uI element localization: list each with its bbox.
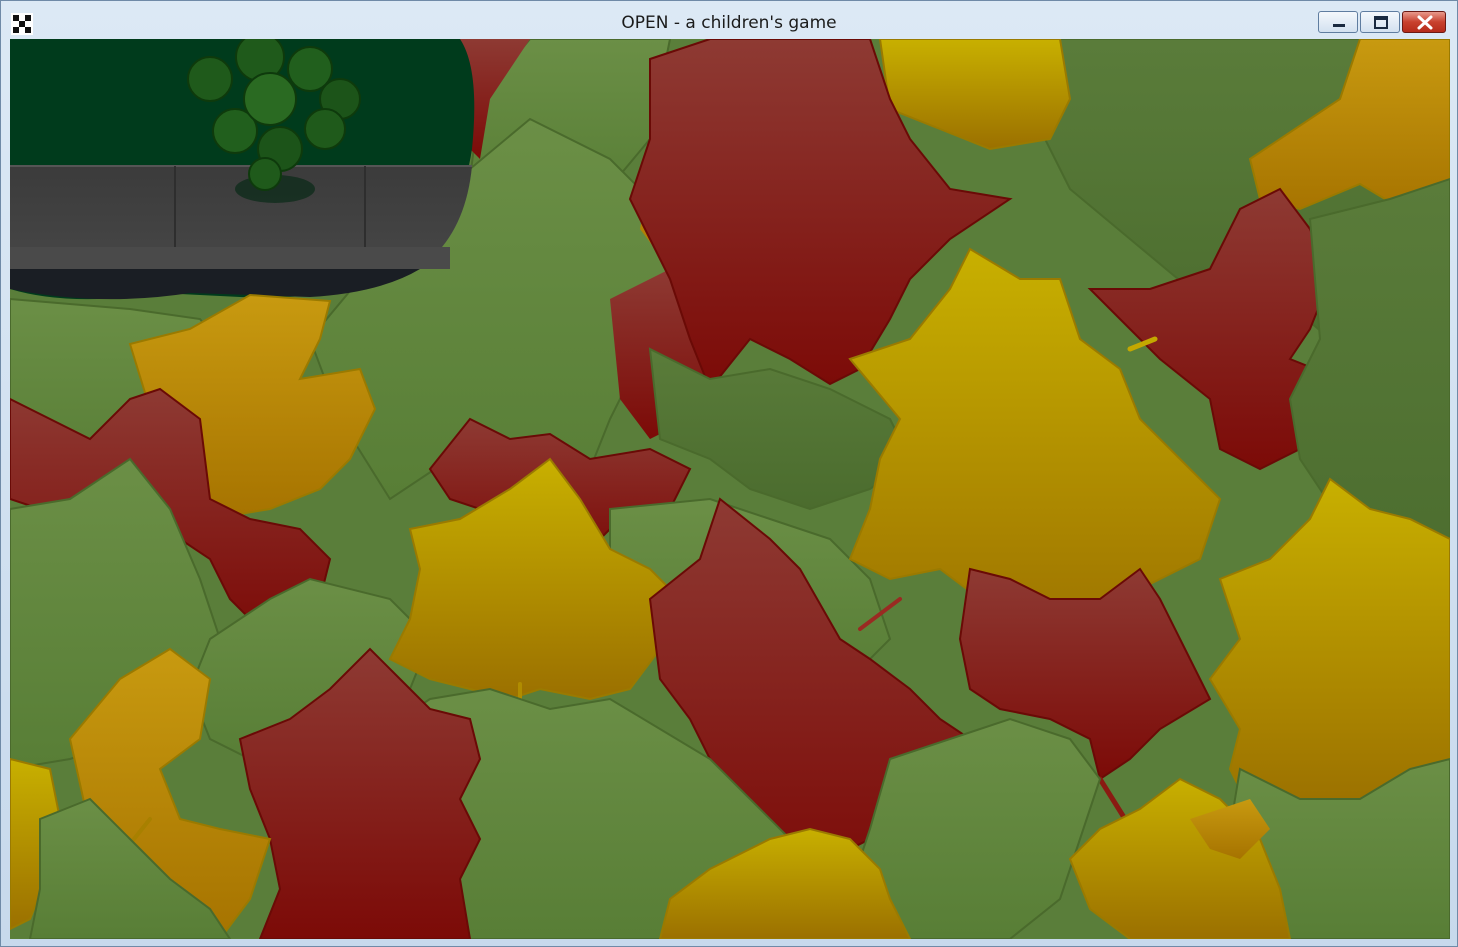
minimize-icon [1333, 24, 1345, 27]
leaf-pile-scene [10, 39, 1450, 939]
close-button[interactable] [1402, 11, 1446, 33]
close-icon [1417, 15, 1433, 30]
maximize-button[interactable] [1360, 11, 1400, 33]
title-bar[interactable]: OPEN - a children's game [1, 1, 1457, 39]
minimize-button[interactable] [1318, 11, 1358, 33]
window-title: OPEN - a children's game [621, 13, 837, 33]
maximize-icon [1374, 16, 1388, 29]
game-window: OPEN - a children's game [0, 0, 1458, 947]
game-canvas[interactable] [10, 39, 1450, 939]
